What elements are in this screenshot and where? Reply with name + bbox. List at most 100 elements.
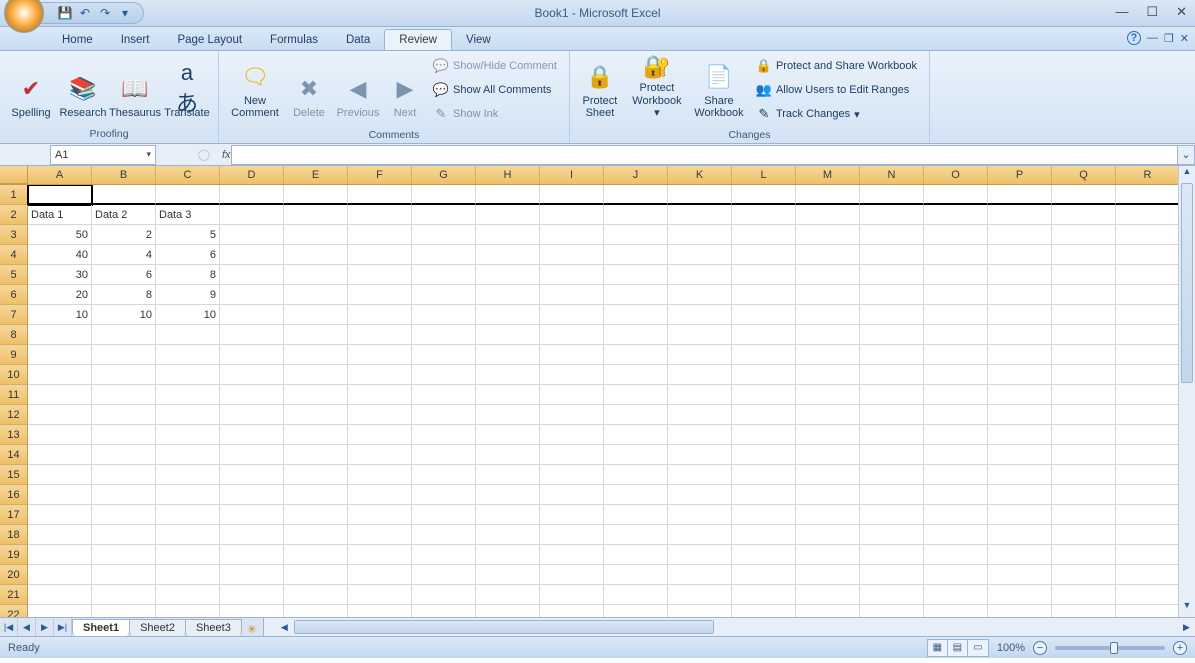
cell-E5[interactable] <box>284 265 348 285</box>
cell-L13[interactable] <box>732 425 796 445</box>
cell-L9[interactable] <box>732 345 796 365</box>
row-header-18[interactable]: 18 <box>0 525 28 545</box>
show-ink-button[interactable]: ✎ Show Ink <box>431 103 559 125</box>
row-header-12[interactable]: 12 <box>0 405 28 425</box>
cell-B17[interactable] <box>92 505 156 525</box>
cell-J11[interactable] <box>604 385 668 405</box>
zoom-out-button[interactable]: − <box>1033 641 1047 655</box>
cell-A13[interactable] <box>28 425 92 445</box>
insert-sheet-icon[interactable]: ✳ <box>241 623 263 636</box>
cell-K13[interactable] <box>668 425 732 445</box>
cell-Q19[interactable] <box>1052 545 1116 565</box>
cell-N21[interactable] <box>860 585 924 605</box>
cell-P8[interactable] <box>988 325 1052 345</box>
cell-A17[interactable] <box>28 505 92 525</box>
cell-M9[interactable] <box>796 345 860 365</box>
cell-Q3[interactable] <box>1052 225 1116 245</box>
cell-O10[interactable] <box>924 365 988 385</box>
cell-C6[interactable]: 9 <box>156 285 220 305</box>
cell-G16[interactable] <box>412 485 476 505</box>
cell-D6[interactable] <box>220 285 284 305</box>
cell-H8[interactable] <box>476 325 540 345</box>
cell-O13[interactable] <box>924 425 988 445</box>
cell-P21[interactable] <box>988 585 1052 605</box>
tab-page-layout[interactable]: Page Layout <box>163 30 256 50</box>
cell-H2[interactable] <box>476 205 540 225</box>
cell-K10[interactable] <box>668 365 732 385</box>
cell-O6[interactable] <box>924 285 988 305</box>
minimize-button[interactable]: — <box>1115 4 1128 20</box>
cell-P14[interactable] <box>988 445 1052 465</box>
cell-Q7[interactable] <box>1052 305 1116 325</box>
cell-C12[interactable] <box>156 405 220 425</box>
cell-D1[interactable] <box>220 185 284 205</box>
row-header-15[interactable]: 15 <box>0 465 28 485</box>
col-header-O[interactable]: O <box>924 166 988 184</box>
row-header-5[interactable]: 5 <box>0 265 28 285</box>
zoom-slider[interactable] <box>1055 646 1165 650</box>
cell-K21[interactable] <box>668 585 732 605</box>
cell-Q17[interactable] <box>1052 505 1116 525</box>
doc-restore-icon[interactable]: ❐ <box>1164 32 1174 45</box>
cell-H12[interactable] <box>476 405 540 425</box>
row-header-2[interactable]: 2 <box>0 205 28 225</box>
cell-K11[interactable] <box>668 385 732 405</box>
cell-N3[interactable] <box>860 225 924 245</box>
tab-insert[interactable]: Insert <box>107 30 164 50</box>
cell-J12[interactable] <box>604 405 668 425</box>
row-header-10[interactable]: 10 <box>0 365 28 385</box>
cell-A20[interactable] <box>28 565 92 585</box>
cell-N16[interactable] <box>860 485 924 505</box>
cell-R18[interactable] <box>1116 525 1180 545</box>
cell-O1[interactable] <box>924 185 988 205</box>
cell-Q13[interactable] <box>1052 425 1116 445</box>
cell-M1[interactable] <box>796 185 860 205</box>
cell-G4[interactable] <box>412 245 476 265</box>
cell-G22[interactable] <box>412 605 476 617</box>
cell-B8[interactable] <box>92 325 156 345</box>
row-header-17[interactable]: 17 <box>0 505 28 525</box>
cell-H4[interactable] <box>476 245 540 265</box>
cell-M3[interactable] <box>796 225 860 245</box>
cell-K18[interactable] <box>668 525 732 545</box>
cell-J4[interactable] <box>604 245 668 265</box>
cell-R9[interactable] <box>1116 345 1180 365</box>
cell-K4[interactable] <box>668 245 732 265</box>
cell-Q6[interactable] <box>1052 285 1116 305</box>
cell-B11[interactable] <box>92 385 156 405</box>
cell-R10[interactable] <box>1116 365 1180 385</box>
cell-A16[interactable] <box>28 485 92 505</box>
name-box[interactable]: A1 ▾ <box>50 145 156 165</box>
cell-H15[interactable] <box>476 465 540 485</box>
formula-bar-expand-icon[interactable]: ⌄ <box>1177 145 1195 165</box>
sheet-tab-sheet3[interactable]: Sheet3 <box>185 619 242 636</box>
cell-L1[interactable] <box>732 185 796 205</box>
cell-D17[interactable] <box>220 505 284 525</box>
cell-M12[interactable] <box>796 405 860 425</box>
cell-R14[interactable] <box>1116 445 1180 465</box>
col-header-M[interactable]: M <box>796 166 860 184</box>
cell-B3[interactable]: 2 <box>92 225 156 245</box>
thesaurus-button[interactable]: 📖 Thesaurus <box>110 53 160 123</box>
cell-F22[interactable] <box>348 605 412 617</box>
show-hide-comment-button[interactable]: 💬 Show/Hide Comment <box>431 55 559 77</box>
cell-I22[interactable] <box>540 605 604 617</box>
cell-Q4[interactable] <box>1052 245 1116 265</box>
cell-J19[interactable] <box>604 545 668 565</box>
cell-N15[interactable] <box>860 465 924 485</box>
cell-I3[interactable] <box>540 225 604 245</box>
cell-E19[interactable] <box>284 545 348 565</box>
sheet-last-icon[interactable]: ▶| <box>54 618 72 636</box>
cell-L5[interactable] <box>732 265 796 285</box>
cell-B2[interactable]: Data 2 <box>92 205 156 225</box>
cell-J8[interactable] <box>604 325 668 345</box>
cell-M11[interactable] <box>796 385 860 405</box>
cell-H7[interactable] <box>476 305 540 325</box>
cell-P20[interactable] <box>988 565 1052 585</box>
cell-J21[interactable] <box>604 585 668 605</box>
fx-label[interactable]: fx <box>222 149 231 161</box>
cell-R13[interactable] <box>1116 425 1180 445</box>
row-header-13[interactable]: 13 <box>0 425 28 445</box>
cell-H18[interactable] <box>476 525 540 545</box>
cell-O17[interactable] <box>924 505 988 525</box>
